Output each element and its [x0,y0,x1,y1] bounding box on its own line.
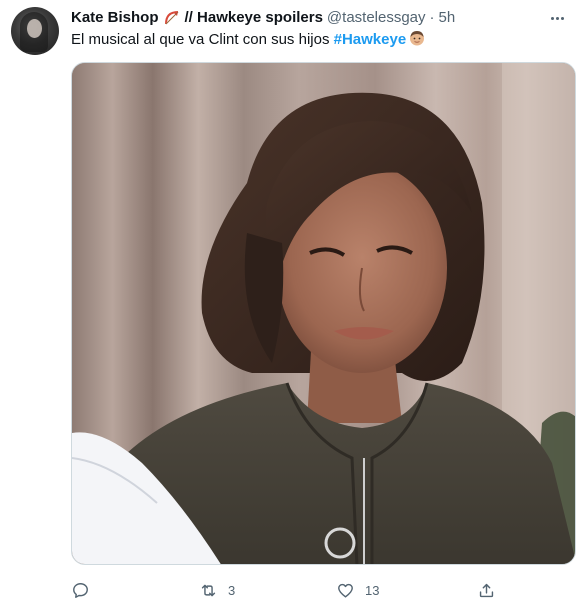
share-icon [479,583,494,597]
avatar[interactable] [11,7,59,55]
display-name[interactable]: Kate Bishop [71,8,159,28]
like-button[interactable]: 13 [336,576,379,604]
tweet-body-text: El musical al que va Clint con sus hijos [71,31,334,48]
tweet[interactable]: Kate Bishop // Hawkeye spoilers @tastele… [0,0,587,608]
retweet-icon [201,584,216,596]
tweet-image[interactable] [71,62,576,565]
share-button[interactable] [477,576,506,604]
man-face-icon [408,29,426,47]
more-options-button[interactable] [545,8,569,28]
reply-icon [73,582,88,598]
retweet-count: 3 [228,582,236,598]
reply-button[interactable] [71,576,100,604]
tweet-actions: 3 13 [71,576,511,604]
tweet-timestamp[interactable]: 5h [439,8,456,28]
user-handle[interactable]: @tastelessgay [327,8,426,28]
heart-icon [338,583,353,598]
hashtag-link[interactable]: #Hawkeye [334,31,407,48]
like-count: 13 [365,582,380,598]
more-dot-icon [555,16,559,20]
tweet-header: Kate Bishop // Hawkeye spoilers @tastele… [71,8,531,28]
photo-icon [72,63,575,564]
display-name-suffix[interactable]: // Hawkeye spoilers [185,8,323,28]
bow-and-arrow-icon [163,9,181,27]
more-dot-icon [550,16,554,20]
tweet-text: El musical al que va Clint con sus hijos… [71,29,571,50]
retweet-button[interactable]: 3 [199,576,235,604]
more-dot-icon [560,16,564,20]
avatar-face [27,19,42,38]
separator-dot: · [429,9,435,26]
